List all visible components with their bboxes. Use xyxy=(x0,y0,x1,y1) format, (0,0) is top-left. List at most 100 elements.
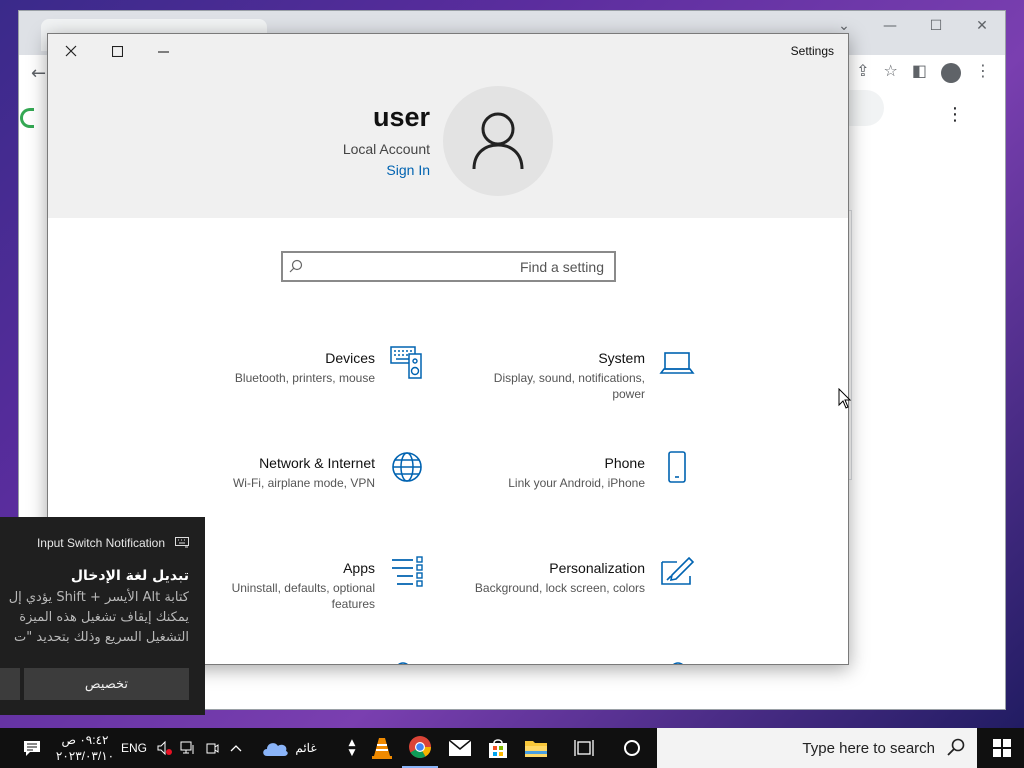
maximize-icon xyxy=(111,45,123,57)
notification-icon xyxy=(24,741,40,756)
cortana-button[interactable] xyxy=(614,728,650,768)
tile-title: Personalization xyxy=(549,560,645,576)
taskbar-search-box[interactable]: Type here to search xyxy=(657,728,977,768)
cortana-icon xyxy=(624,740,640,756)
window-title: Settings xyxy=(790,44,834,58)
star-icon[interactable]: ☆ xyxy=(884,61,898,83)
store-taskbar-button[interactable] xyxy=(480,728,516,768)
close-icon xyxy=(65,45,77,57)
start-button[interactable] xyxy=(980,728,1024,768)
partial-tile-icon xyxy=(398,662,408,664)
tile-desc: Uninstall, defaults, optional features xyxy=(231,581,375,611)
tile-desc: Bluetooth, printers, mouse xyxy=(234,371,375,385)
chrome-taskbar-button[interactable] xyxy=(402,728,438,768)
tile-phone[interactable]: Phone Link your Android, iPhone xyxy=(465,451,695,511)
avatar[interactable] xyxy=(443,86,553,196)
cloud-icon xyxy=(263,743,289,756)
action-center-button[interactable] xyxy=(16,728,48,768)
side-panel-icon[interactable]: ◧ xyxy=(912,61,927,83)
tile-desc: Background, lock screen, colors xyxy=(474,581,645,595)
laptop-icon xyxy=(659,352,695,374)
settings-header: Settings user Local Account Sign In xyxy=(48,34,848,218)
notification-heading: تبديل لغة الإدخال xyxy=(70,568,189,584)
tile-desc: Wi-Fi, airplane mode, VPN xyxy=(232,476,375,490)
back-arrow-icon[interactable]: ← xyxy=(31,63,46,84)
account-type: Local Account xyxy=(342,141,430,157)
network-icon[interactable] xyxy=(176,728,200,768)
chrome-toolbar-icons: ⇪ ☆ ◧ ⋮ xyxy=(856,61,991,83)
notification-line: كتابة Alt الأيسر + Shift يؤدي إل xyxy=(8,590,189,605)
weather-widget[interactable]: غائم xyxy=(254,728,324,768)
folder-icon xyxy=(525,741,547,757)
tile-desc: Link your Android, iPhone xyxy=(508,476,645,490)
show-desktop-button[interactable] xyxy=(0,728,14,768)
sign-in-link[interactable]: Sign In xyxy=(386,162,430,178)
minimize-button[interactable] xyxy=(140,40,186,62)
minimize-icon[interactable]: — xyxy=(867,11,913,41)
search-icon xyxy=(947,738,965,756)
taskbar: ٠٩:٤٢ ص ٢٠٢٣/٠٣/١٠ ENG غائم ▲ ▼ Type her… xyxy=(0,728,1024,768)
monitor-network-icon xyxy=(180,741,194,754)
vlc-taskbar-button[interactable] xyxy=(364,728,400,768)
task-view-button[interactable] xyxy=(566,728,602,768)
tile-title: System xyxy=(598,350,645,366)
notification-line: التشغيل السريع وذلك بتحديد "ت xyxy=(14,630,189,645)
tile-title: Devices xyxy=(325,350,375,366)
input-switch-notification[interactable]: Input Switch Notification تبديل لغة الإد… xyxy=(0,517,205,715)
tile-title: Network & Internet xyxy=(259,455,375,471)
file-explorer-taskbar-button[interactable] xyxy=(518,728,554,768)
customize-button[interactable]: تخصيص xyxy=(24,668,189,700)
minimize-icon xyxy=(157,50,169,53)
tile-apps[interactable]: Apps Uninstall, defaults, optional featu… xyxy=(195,556,425,616)
store-icon xyxy=(489,739,507,758)
personalization-icon xyxy=(661,556,695,585)
globe-icon xyxy=(392,452,422,482)
page-kebab-icon[interactable]: ⋮ xyxy=(946,104,964,125)
taskbar-search-placeholder: Type here to search xyxy=(802,740,935,757)
chevron-up-icon[interactable]: ▲ xyxy=(349,738,356,748)
search-placeholder: Find a setting xyxy=(519,259,604,275)
maximize-icon[interactable]: ☐ xyxy=(913,11,959,41)
apps-icon xyxy=(392,556,423,587)
close-icon[interactable]: ✕ xyxy=(959,11,1005,41)
camera-icon xyxy=(206,743,219,754)
mail-icon xyxy=(448,739,472,756)
tile-title: Phone xyxy=(604,455,645,471)
chrome-icon xyxy=(409,736,431,758)
devices-icon xyxy=(390,346,422,379)
tile-desc: Display, sound, notifications, power xyxy=(493,371,645,401)
profile-avatar-icon[interactable] xyxy=(941,63,961,83)
clock-date: ٢٠٢٣/٠٣/١٠ xyxy=(55,749,115,763)
tile-personalization[interactable]: Personalization Background, lock screen,… xyxy=(465,556,695,616)
dismiss-button[interactable] xyxy=(0,668,20,700)
tile-system[interactable]: System Display, sound, notifications, po… xyxy=(465,350,695,406)
language-indicator[interactable]: ENG xyxy=(118,728,150,768)
volume-muted-icon[interactable] xyxy=(152,728,176,768)
taskbar-scroll[interactable]: ▲ ▼ xyxy=(344,728,360,768)
find-setting-search[interactable]: Find a setting xyxy=(281,251,616,282)
tile-network-internet[interactable]: Network & Internet Wi-Fi, airplane mode,… xyxy=(195,452,425,511)
share-icon[interactable]: ⇪ xyxy=(856,61,869,83)
chrome-logo-icon xyxy=(20,108,34,128)
clock-time: ٠٩:٤٢ ص xyxy=(61,733,109,747)
chevron-up-icon xyxy=(230,745,242,752)
clock[interactable]: ٠٩:٤٢ ص ٢٠٢٣/٠٣/١٠ xyxy=(52,728,118,768)
show-hidden-icons-button[interactable] xyxy=(224,728,248,768)
search-icon xyxy=(289,259,303,273)
maximize-button[interactable] xyxy=(94,40,140,62)
user-icon xyxy=(472,112,524,170)
chevron-down-icon[interactable]: ▼ xyxy=(349,748,356,758)
notification-line: يمكنك إيقاف تشغيل هذه الميزة xyxy=(19,610,189,625)
partial-tile-icon xyxy=(673,662,683,664)
kebab-menu-icon[interactable]: ⋮ xyxy=(975,61,991,83)
speaker-icon xyxy=(157,740,172,756)
notification-title: Input Switch Notification xyxy=(36,536,165,550)
phone-icon xyxy=(668,451,686,483)
meet-now-icon[interactable] xyxy=(200,728,224,768)
mail-taskbar-button[interactable] xyxy=(442,728,478,768)
close-button[interactable] xyxy=(48,40,94,62)
windows-logo-icon xyxy=(993,739,1011,757)
tile-devices[interactable]: Devices Bluetooth, printers, mouse xyxy=(195,346,425,406)
tile-title: Apps xyxy=(343,560,375,576)
user-name: user xyxy=(372,102,430,132)
